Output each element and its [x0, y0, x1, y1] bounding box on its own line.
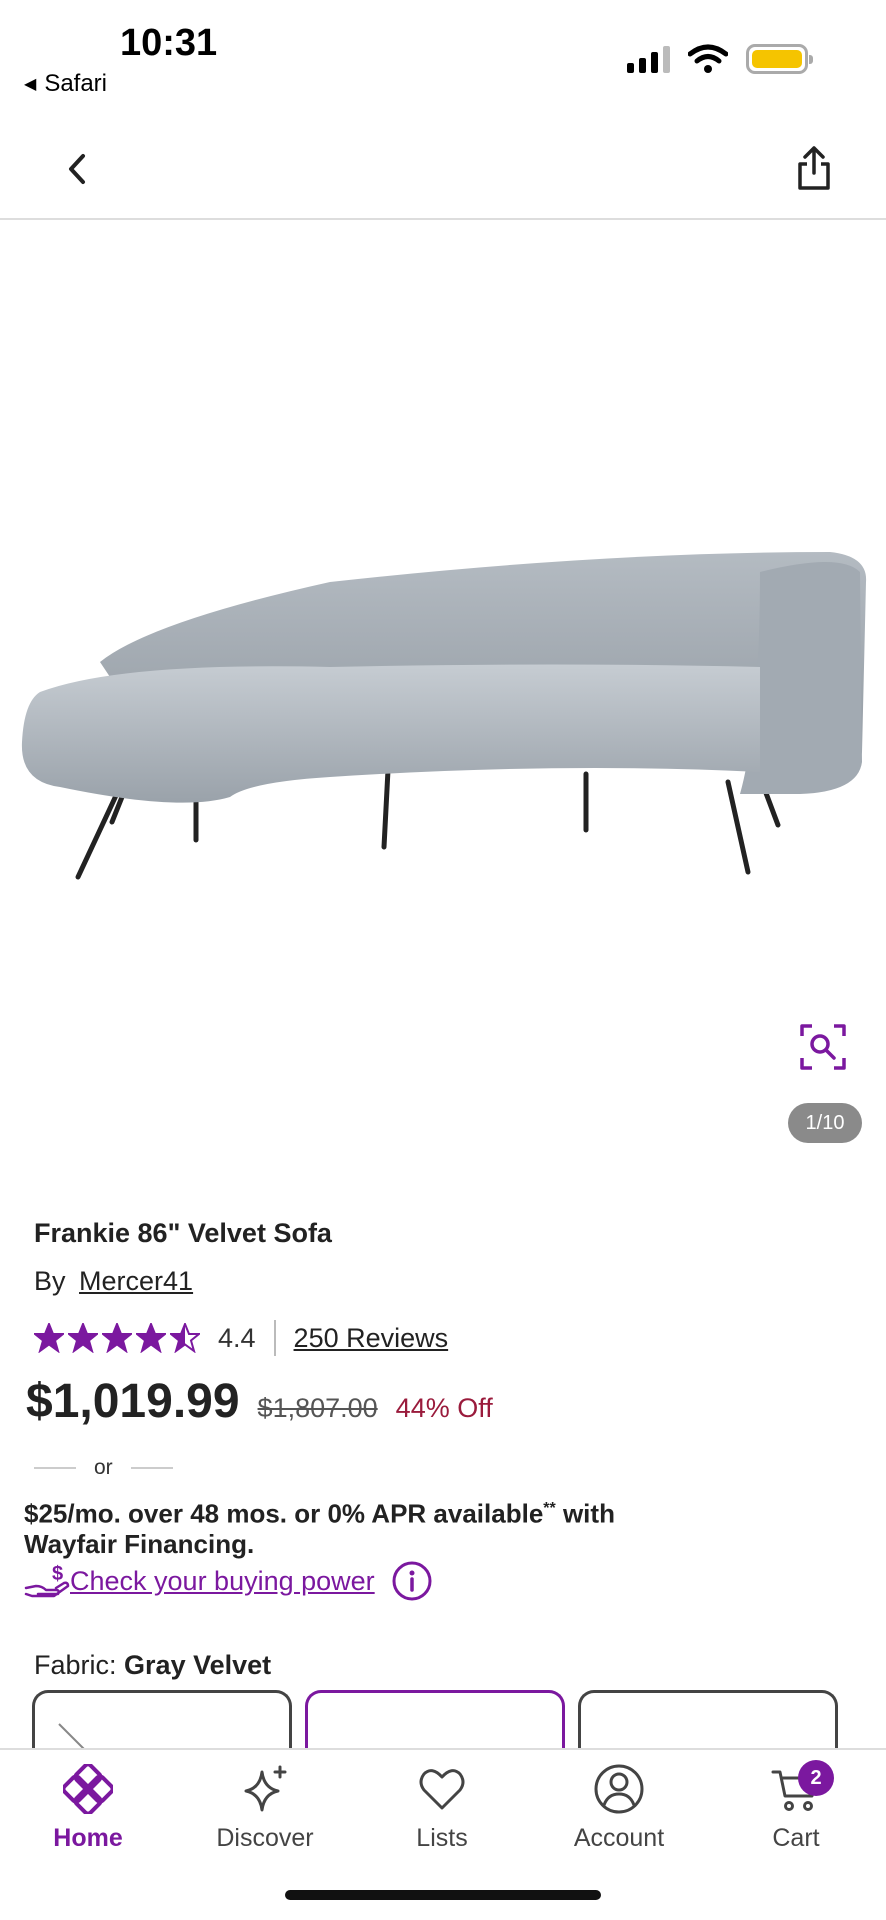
star-rating — [34, 1323, 200, 1353]
account-icon — [594, 1764, 644, 1814]
rating-row: 4.4 250 Reviews — [34, 1318, 448, 1358]
home-icon — [63, 1764, 113, 1814]
star-full-icon — [68, 1323, 98, 1353]
tab-lists[interactable]: Lists — [362, 1762, 522, 1853]
tab-label: Home — [53, 1824, 123, 1852]
chevron-left-icon — [69, 154, 85, 184]
hand-money-icon: $ — [24, 1564, 70, 1598]
image-counter: 1/10 — [788, 1103, 862, 1143]
tab-label: Discover — [216, 1824, 314, 1852]
rating-value: 4.4 — [218, 1322, 256, 1353]
tab-label: Cart — [772, 1824, 820, 1852]
cart-count-badge: 2 — [798, 1760, 834, 1796]
tab-label: Lists — [416, 1824, 468, 1852]
fabric-value: Gray Velvet — [124, 1650, 272, 1680]
brand-link[interactable]: Mercer41 — [79, 1266, 193, 1296]
fabric-label-text: Fabric: — [34, 1650, 117, 1680]
sparkle-icon — [244, 1765, 287, 1812]
fabric-label: Fabric: Gray Velvet — [34, 1650, 271, 1681]
divider-line — [34, 1467, 76, 1469]
buying-power-row: $ Check your buying power — [24, 1560, 433, 1602]
star-half-icon — [170, 1323, 200, 1353]
buying-power-link[interactable]: Check your buying power — [70, 1566, 375, 1597]
share-button[interactable] — [786, 138, 842, 198]
cellular-signal-icon — [627, 45, 670, 73]
sale-price: $1,019.99 — [26, 1375, 240, 1428]
wifi-icon — [688, 44, 728, 73]
tab-discover[interactable]: Discover — [185, 1762, 345, 1853]
back-triangle-icon: ◀ — [24, 76, 37, 93]
back-app-label: Safari — [44, 70, 108, 97]
zoom-button[interactable] — [798, 1022, 848, 1072]
home-indicator — [285, 1890, 601, 1900]
battery-icon — [746, 44, 813, 74]
svg-text:$: $ — [52, 1564, 63, 1585]
back-button[interactable] — [52, 144, 102, 194]
top-nav — [0, 120, 886, 220]
divider-line — [130, 1467, 173, 1469]
share-icon — [798, 146, 830, 190]
star-full-icon — [102, 1323, 132, 1353]
tab-home[interactable]: Home — [8, 1762, 168, 1853]
tab-cart[interactable]: Cart 2 — [716, 1760, 876, 1853]
financing-text-part1: $25/mo. over 48 mos. or 0% APR available — [24, 1498, 544, 1529]
product-image[interactable] — [0, 222, 886, 1202]
or-divider: or — [34, 1456, 173, 1480]
heart-icon — [419, 1769, 465, 1810]
discount-label: 44% Off — [395, 1393, 493, 1423]
tab-label: Account — [573, 1824, 665, 1852]
financing-text: $25/mo. over 48 mos. or 0% APR available… — [24, 1494, 704, 1559]
star-full-icon — [136, 1323, 166, 1353]
info-icon[interactable] — [391, 1560, 433, 1602]
brand-byline: By Mercer41 — [34, 1266, 193, 1297]
rating-divider — [273, 1320, 276, 1356]
back-to-app[interactable]: ◀ Safari — [24, 70, 107, 98]
or-label: or — [94, 1456, 113, 1479]
status-time: 10:31 — [120, 22, 218, 64]
sofa-illustration — [21, 552, 867, 880]
zoom-search-icon — [800, 1024, 846, 1070]
product-title: Frankie 86" Velvet Sofa — [34, 1218, 332, 1248]
reviews-link[interactable]: 250 Reviews — [294, 1323, 449, 1354]
price-row: $1,019.99 $1,807.00 44% Off — [26, 1374, 493, 1429]
by-label: By — [34, 1266, 66, 1296]
original-price: $1,807.00 — [257, 1393, 378, 1423]
financing-footnote: ** — [543, 1500, 556, 1517]
tab-account[interactable]: Account — [539, 1762, 699, 1853]
star-full-icon — [34, 1323, 64, 1353]
status-icons — [627, 44, 813, 74]
